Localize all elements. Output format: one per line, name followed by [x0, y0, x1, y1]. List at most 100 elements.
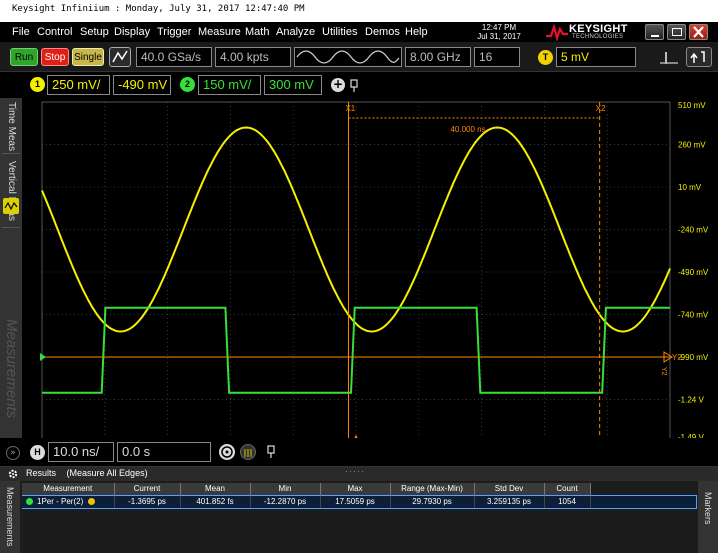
- horizontal-position-field[interactable]: 0.0 s: [117, 442, 211, 462]
- close-button[interactable]: [689, 24, 708, 40]
- tab-measurements[interactable]: Measurements: [2, 294, 20, 444]
- channel2-scale-field[interactable]: 150 mV/: [198, 75, 261, 95]
- close-icon: [693, 26, 704, 38]
- col-measurement[interactable]: Measurement: [22, 483, 115, 495]
- menu-trigger[interactable]: Trigger: [157, 26, 191, 38]
- channel1-scale-field[interactable]: 250 mV/: [47, 75, 110, 95]
- results-panel: Results (Measure All Edges) ····· Measur…: [0, 466, 718, 553]
- col-range[interactable]: Range (Max-Min): [390, 483, 475, 495]
- waveform-display[interactable]: X1X240.000 nsY2Y2 -50.0 ns-40.0 ns-30.0 …: [22, 98, 718, 448]
- marker-y2-small: Y2: [660, 367, 667, 376]
- y-tick-label: -740 mV: [678, 311, 709, 320]
- channel-row: 1 250 mV/ -490 mV 2 150 mV/ 300 mV +: [0, 72, 718, 98]
- memory-depth-field[interactable]: 4.00 kpts: [215, 47, 291, 67]
- double-chevron-icon: »: [10, 448, 16, 458]
- marker-delta-label: 40.000 ns: [450, 125, 485, 134]
- cell-min: -12.2870 ps: [250, 494, 321, 509]
- keysight-wave-icon: [546, 23, 568, 41]
- source-dot-icon: [88, 498, 96, 505]
- results-subtitle: (Measure All Edges): [66, 468, 148, 478]
- segment-button[interactable]: [240, 444, 256, 460]
- channel-icon-button[interactable]: [3, 198, 19, 214]
- minimize-button[interactable]: [645, 24, 664, 40]
- measurements-side-label: Measurements: [5, 487, 15, 547]
- menu-setup[interactable]: Setup: [80, 26, 109, 38]
- channel1-badge[interactable]: 1: [30, 77, 45, 92]
- tab-time-meas[interactable]: Time Meas: [2, 100, 20, 154]
- horizontal-scale-field[interactable]: 10.0 ns/: [48, 442, 114, 462]
- edge-trigger-icon[interactable]: [660, 50, 678, 64]
- bandwidth-field[interactable]: 8.00 GHz: [405, 47, 471, 67]
- cell-range: 29.7930 ps: [390, 494, 475, 509]
- menu-help[interactable]: Help: [405, 26, 428, 38]
- gear-icon[interactable]: [8, 469, 18, 479]
- acquisition-mode-display[interactable]: [294, 47, 402, 67]
- menu-file[interactable]: File: [12, 26, 30, 38]
- segment-icon: [244, 449, 252, 457]
- horizontal-pin-button[interactable]: [266, 444, 276, 458]
- marker-x2-label: X2: [596, 104, 606, 113]
- zoom-button[interactable]: [219, 444, 235, 460]
- restore-icon: [672, 28, 682, 36]
- cell-spacer: [590, 494, 697, 509]
- y-tick-label: -990 mV: [678, 353, 709, 362]
- horizontal-controls: » H 10.0 ns/ 0.0 s: [0, 438, 718, 466]
- trigger-badge[interactable]: T: [538, 50, 553, 65]
- menu-analyze[interactable]: Analyze: [276, 26, 315, 38]
- col-stddev[interactable]: Std Dev: [474, 483, 545, 495]
- sine-mode-icon: [296, 50, 400, 64]
- trigger-level-field[interactable]: 5 mV: [556, 47, 636, 67]
- plus-icon: +: [332, 77, 344, 91]
- app-window: File Control Setup Display Trigger Measu…: [0, 22, 718, 553]
- expand-results-button[interactable]: »: [6, 446, 20, 460]
- auto-scale-button[interactable]: [109, 47, 131, 67]
- table-row[interactable]: 1Per - Per(2) -1.3695 ps 401.852 fs -12.…: [22, 494, 697, 509]
- clock-date: Jul 31, 2017: [477, 32, 521, 41]
- single-button[interactable]: Single: [72, 48, 104, 66]
- results-header[interactable]: Results (Measure All Edges) ·····: [0, 466, 718, 481]
- plot-background: [22, 98, 718, 448]
- restore-button[interactable]: [667, 24, 686, 40]
- side-tabs: Time Meas Vertical Meas Measurements: [0, 98, 22, 450]
- y-tick-label: -240 mV: [678, 226, 709, 235]
- keysight-logo: KEYSIGHT TECHNOLOGIES: [545, 22, 633, 42]
- add-channel-button[interactable]: +: [331, 78, 345, 92]
- averages-field[interactable]: 16: [474, 47, 520, 67]
- y-tick-label: 510 mV: [678, 101, 706, 110]
- horizontal-badge[interactable]: H: [30, 445, 45, 460]
- zoom-icon: [221, 446, 233, 458]
- channel1-offset-field[interactable]: -490 mV: [113, 75, 171, 95]
- touch-toggle-button[interactable]: [686, 47, 712, 67]
- clock-time: 12:47 PM: [481, 23, 517, 32]
- channel2-offset-field[interactable]: 300 mV: [264, 75, 322, 95]
- col-count[interactable]: Count: [544, 483, 591, 495]
- drag-handle-icon[interactable]: ·····: [345, 466, 365, 476]
- run-button[interactable]: Run: [10, 48, 38, 66]
- touch-icon: [690, 51, 705, 63]
- menu-display[interactable]: Display: [114, 26, 150, 38]
- menu-math[interactable]: Math: [245, 26, 269, 38]
- measurements-side-tab[interactable]: Measurements: [0, 481, 20, 553]
- menu-demos[interactable]: Demos: [365, 26, 400, 38]
- marker-x1-label: X1: [345, 104, 355, 113]
- col-mean[interactable]: Mean: [180, 483, 251, 495]
- cell-mean: 401.852 fs: [180, 494, 251, 509]
- markers-side-tab[interactable]: Markers: [698, 481, 718, 553]
- col-current[interactable]: Current: [114, 483, 181, 495]
- cell-measurement: 1Per - Per(2): [22, 494, 115, 509]
- channel2-badge[interactable]: 2: [180, 77, 195, 92]
- menu-utilities[interactable]: Utilities: [322, 26, 357, 38]
- tab-vertical-meas[interactable]: Vertical Meas: [2, 156, 20, 228]
- pin-icon: [267, 445, 275, 458]
- stop-button[interactable]: Stop: [41, 48, 69, 66]
- sample-rate-field[interactable]: 40.0 GSa/s: [136, 47, 212, 67]
- pin-button[interactable]: [349, 78, 359, 92]
- edge-line: [665, 52, 667, 64]
- col-min[interactable]: Min: [250, 483, 321, 495]
- markers-side-label: Markers: [703, 491, 713, 525]
- menu-control[interactable]: Control: [37, 26, 72, 38]
- y-tick-label: -1.24 V: [678, 396, 704, 405]
- col-max[interactable]: Max: [320, 483, 391, 495]
- menu-measure[interactable]: Measure: [198, 26, 241, 38]
- auto-scale-icon: [112, 50, 128, 63]
